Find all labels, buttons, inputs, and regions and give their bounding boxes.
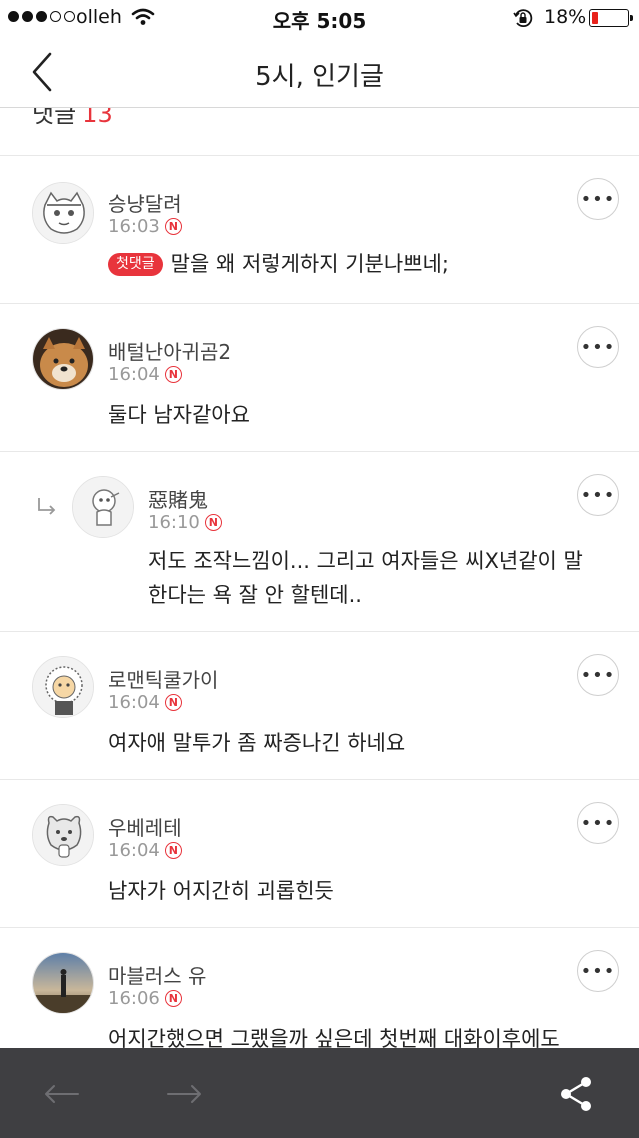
arrow-left-icon: [45, 1085, 79, 1103]
comment-author[interactable]: 마블러스 유: [108, 960, 206, 989]
more-options-button[interactable]: •••: [577, 950, 619, 992]
comment-count-label: 댓글: [32, 108, 77, 128]
comment-time: 16:10 N: [148, 512, 222, 533]
comment-body: 어지간했으면 그랬을까 싶은데 첫번째 대화이후에도: [108, 1027, 560, 1048]
avatar[interactable]: [32, 182, 94, 244]
avatar[interactable]: [32, 952, 94, 1014]
more-options-button[interactable]: •••: [577, 326, 619, 368]
comment-time: 16:03 N: [108, 216, 182, 237]
comment-time-text: 16:04: [108, 840, 160, 861]
bottom-toolbar: [0, 1048, 639, 1138]
comment-count-number: 13: [82, 108, 113, 128]
comment-item: 마블러스 유 16:06 N 어지간했으면 그랬을까 싶은데 첫번째 대화이후에…: [0, 928, 639, 1048]
more-options-button[interactable]: •••: [577, 474, 619, 516]
comment-time-text: 16:03: [108, 216, 160, 237]
new-badge-icon: N: [164, 218, 182, 235]
new-badge-icon: N: [164, 990, 182, 1007]
comment-body: 둘다 남자같아요: [108, 403, 250, 427]
comment-body: 말을 왜 저렇게하지 기분나쁘네;: [170, 252, 449, 276]
new-badge-icon: N: [164, 694, 182, 711]
comment-author[interactable]: 로맨틱쿨가이: [108, 664, 218, 693]
comment-time: 16:06 N: [108, 988, 182, 1009]
comment-body: 남자가 어지간히 괴롭힌듯: [108, 879, 334, 903]
avatar[interactable]: [32, 656, 94, 718]
comment-time-text: 16:04: [108, 692, 160, 713]
status-bar: olleh 오후 5:05 18%: [0, 0, 639, 36]
avatar[interactable]: [32, 328, 94, 390]
comment-author[interactable]: 우베레테: [108, 812, 182, 841]
comment-time: 16:04 N: [108, 840, 182, 861]
battery-icon: [589, 9, 633, 27]
avatar[interactable]: [32, 804, 94, 866]
browser-forward-button[interactable]: [162, 1072, 206, 1116]
comment-time: 16:04 N: [108, 692, 182, 713]
comment-time-text: 16:04: [108, 364, 160, 385]
page-title: 5시, 인기글: [255, 62, 384, 92]
comment-time-text: 16:06: [108, 988, 160, 1009]
browser-back-button[interactable]: [40, 1072, 84, 1116]
comment-time-text: 16:10: [148, 512, 200, 533]
comment-body-line: 저도 조작느낌이... 그리고 여자들은 씨X년같이 말: [148, 549, 583, 573]
more-options-button[interactable]: •••: [577, 178, 619, 220]
comment-list[interactable]: 댓글 13 승냥달려 16:03 N 첫댓글 말을 왜 저렇게하지 기분나쁘네; •…: [0, 108, 639, 1048]
comment-body-line: 한다는 욕 잘 안 할텐데..: [148, 583, 362, 607]
new-badge-icon: N: [164, 842, 182, 859]
comment-body: 여자애 말투가 좀 짜증나긴 하네요: [108, 731, 406, 755]
share-button[interactable]: [554, 1072, 598, 1116]
share-icon: [561, 1077, 591, 1111]
comment-item: 배털난아귀곰2 16:04 N 둘다 남자같아요 •••: [0, 304, 639, 452]
more-options-button[interactable]: •••: [577, 802, 619, 844]
comment-item: 승냥달려 16:03 N 첫댓글 말을 왜 저렇게하지 기분나쁘네; •••: [0, 156, 639, 304]
battery-percent: 18%: [544, 6, 587, 28]
comment-author[interactable]: 惡賭鬼: [148, 484, 208, 513]
comment-author[interactable]: 배털난아귀곰2: [108, 336, 231, 365]
comment-count-header: 댓글 13: [0, 108, 639, 156]
comment-item: 우베레테 16:04 N 남자가 어지간히 괴롭힌듯 •••: [0, 780, 639, 928]
orientation-lock-icon: [512, 7, 534, 34]
comment-text: 첫댓글 말을 왜 저렇게하지 기분나쁘네;: [108, 247, 449, 281]
reply-item: 惡賭鬼 16:10 N 저도 조작느낌이... 그리고 여자들은 씨X년같이 말…: [0, 452, 639, 632]
more-options-button[interactable]: •••: [577, 654, 619, 696]
comment-time: 16:04 N: [108, 364, 182, 385]
comment-item: 로맨틱쿨가이 16:04 N 여자애 말투가 좀 짜증나긴 하네요 •••: [0, 632, 639, 780]
avatar[interactable]: [72, 476, 134, 538]
nav-bar: 5시, 인기글: [0, 36, 639, 108]
first-comment-tag: 첫댓글: [108, 253, 163, 276]
reply-arrow-icon: [36, 496, 60, 524]
new-badge-icon: N: [164, 366, 182, 383]
comment-author[interactable]: 승냥달려: [108, 188, 182, 217]
new-badge-icon: N: [204, 514, 222, 531]
arrow-right-icon: [167, 1085, 201, 1103]
comment-body: 저도 조작느낌이... 그리고 여자들은 씨X년같이 말 한다는 욕 잘 안 할…: [148, 544, 618, 612]
